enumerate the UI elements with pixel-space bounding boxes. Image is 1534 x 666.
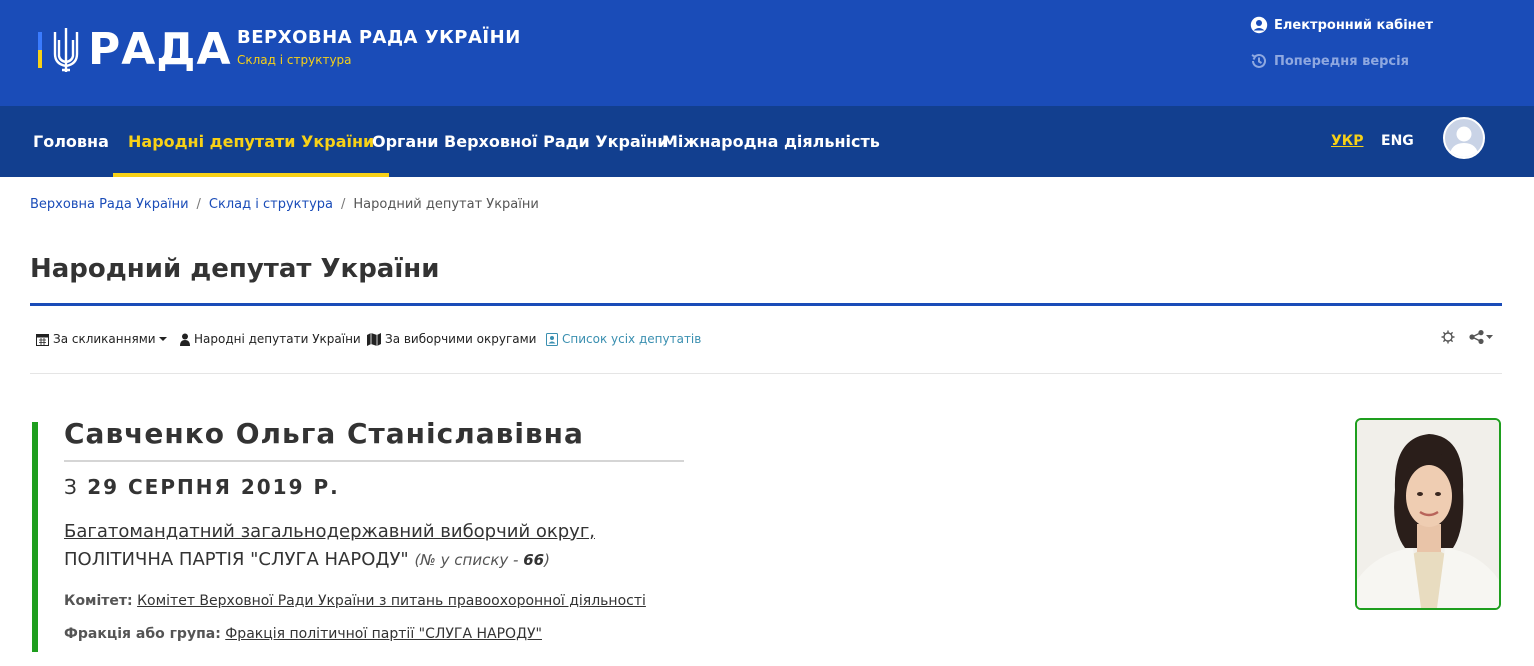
page-title: Народний депутат України — [30, 254, 440, 284]
site-subtitle[interactable]: Склад і структура — [237, 53, 521, 67]
share-icon — [1469, 330, 1493, 344]
history-icon — [1251, 53, 1266, 68]
faction-link[interactable]: Фракція політичної партії "СЛУГА НАРОДУ" — [225, 626, 542, 642]
lang-eng[interactable]: ENG — [1381, 106, 1414, 177]
cabinet-link[interactable]: Електронний кабінет — [1250, 14, 1433, 36]
title-divider — [30, 303, 1502, 306]
all-deputies-label: Список усіх депутатів — [562, 332, 702, 346]
deputy-portrait — [1357, 420, 1499, 608]
nav-item-deputies[interactable]: Народні депутати України — [113, 106, 390, 177]
districts-link[interactable]: За виборчими округами — [367, 330, 536, 348]
previous-version-link[interactable]: Попередня версія — [1250, 50, 1433, 72]
mandate-start-prefix: З — [64, 475, 79, 499]
breadcrumb-separator: / — [341, 197, 346, 212]
mandate-start: З 29 СЕРПНЯ 2019 Р. — [64, 475, 340, 499]
nav-item-bodies[interactable]: Органи Верховної Ради України — [357, 106, 684, 177]
flag-stripe — [38, 32, 42, 68]
user-avatar-icon — [1449, 126, 1479, 157]
site-title: ВЕРХОВНА РАДА УКРАЇНИ — [237, 27, 521, 48]
deputies-link[interactable]: Народні депутати України — [180, 330, 361, 348]
trident-icon — [53, 28, 79, 72]
caret-down-icon — [158, 337, 167, 341]
breadcrumb-item-rada[interactable]: Верховна Рада України — [30, 197, 189, 212]
convocations-dropdown[interactable]: За скликаннями — [36, 330, 172, 348]
faction-color-bar — [32, 422, 38, 652]
site-title-block: ВЕРХОВНА РАДА УКРАЇНИ Склад і структура — [237, 27, 521, 67]
breadcrumb-item-current: Народний депутат України — [353, 197, 539, 212]
list-position-prefix: (№ у списку - — [414, 551, 524, 569]
electoral-district: Багатомандатний загальнодержавний виборч… — [64, 518, 704, 574]
logo-word: РАДА — [88, 24, 232, 75]
breadcrumb-item-structure[interactable]: Склад і структура — [209, 197, 333, 212]
main-nav: Головна Народні депутати України Органи … — [0, 106, 1534, 177]
deputy-name: Савченко Ольга Станіславівна — [64, 417, 584, 450]
list-position: (№ у списку - 66) — [414, 551, 550, 569]
nav-item-international[interactable]: Міжнародна діяльність — [647, 106, 895, 177]
breadcrumb: Верховна Рада України / Склад і структура /… — [30, 197, 539, 212]
name-divider — [64, 460, 684, 462]
convocations-label: За скликаннями — [53, 332, 156, 346]
toolbar-divider — [30, 373, 1502, 374]
deputies-label: Народні депутати України — [194, 332, 361, 346]
gear-icon — [1441, 330, 1455, 344]
districts-label: За виборчими округами — [385, 332, 537, 346]
user-circle-icon — [1250, 16, 1268, 34]
party-name: ПОЛІТИЧНА ПАРТІЯ "СЛУГА НАРОДУ" — [64, 549, 409, 570]
district-link[interactable]: Багатомандатний загальнодержавний виборч… — [64, 521, 595, 542]
all-deputies-link[interactable]: Список усіх депутатів — [546, 330, 701, 348]
previous-version-label: Попередня версія — [1274, 53, 1409, 69]
share-button[interactable] — [1469, 330, 1495, 348]
map-icon — [367, 332, 381, 346]
site-logo[interactable]: РАДА — [38, 26, 232, 74]
user-avatar-button[interactable] — [1443, 117, 1485, 159]
calendar-icon — [36, 333, 49, 346]
contact-card-icon — [546, 332, 558, 346]
user-icon — [180, 333, 190, 346]
mandate-start-date: 29 СЕРПНЯ 2019 Р. — [87, 475, 340, 499]
committee-link[interactable]: Комітет Верховної Ради України з питань … — [137, 593, 646, 609]
top-header: РАДА ВЕРХОВНА РАДА УКРАЇНИ Склад і струк… — [0, 0, 1534, 106]
committee-label: Комітет: — [64, 593, 133, 609]
settings-button[interactable] — [1441, 330, 1455, 348]
top-links: Електронний кабінет Попередня версія — [1250, 14, 1433, 86]
lang-ukr[interactable]: УКР — [1331, 106, 1364, 177]
deputy-photo — [1355, 418, 1501, 610]
committee-row: Комітет: Комітет Верховної Ради України … — [64, 593, 646, 609]
faction-label: Фракція або група: — [64, 626, 221, 642]
list-position-suffix: ) — [544, 551, 550, 569]
cabinet-label: Електронний кабінет — [1274, 17, 1433, 33]
list-number: 66 — [523, 551, 545, 569]
breadcrumb-separator: / — [196, 197, 201, 212]
faction-row: Фракція або група: Фракція політичної па… — [64, 626, 542, 642]
nav-item-home[interactable]: Головна — [18, 106, 124, 177]
